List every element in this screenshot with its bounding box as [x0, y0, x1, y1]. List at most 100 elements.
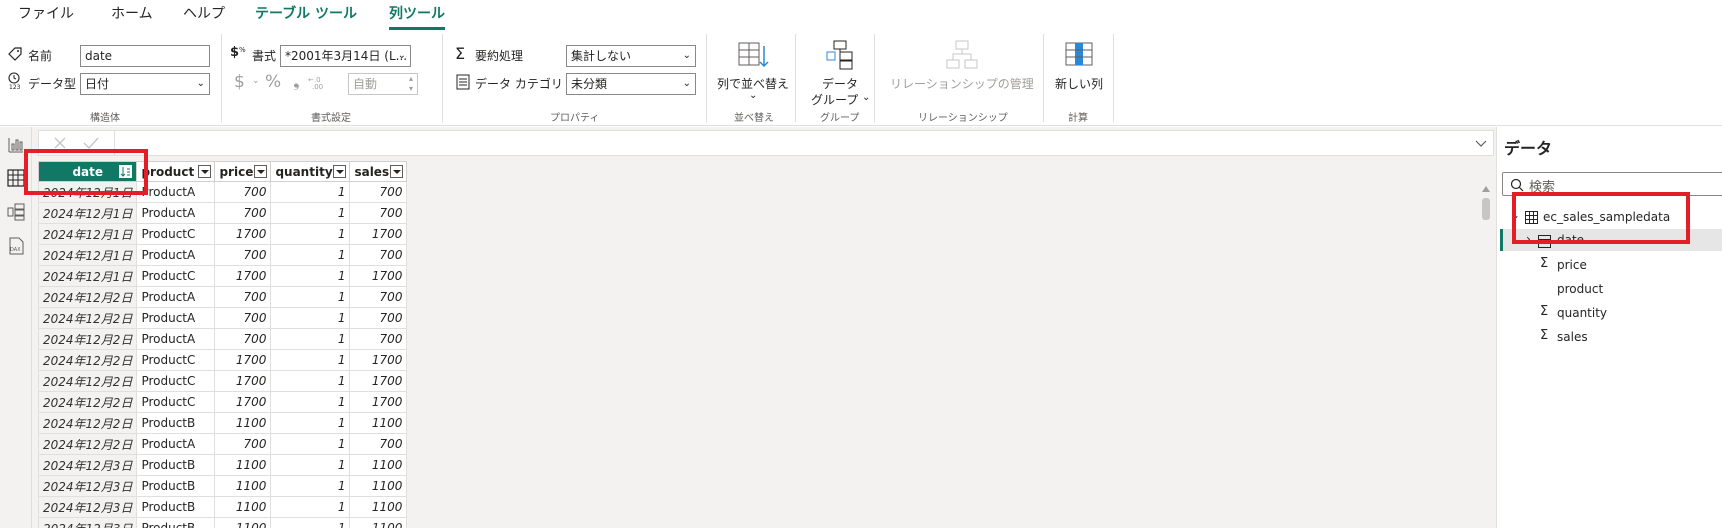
- cell-date[interactable]: 2024年12月2日: [37, 307, 138, 329]
- cell-price[interactable]: 1100: [214, 517, 272, 528]
- column-header-product[interactable]: product: [136, 161, 216, 182]
- tab-home[interactable]: ホーム: [111, 0, 153, 30]
- cell-sales[interactable]: 1700: [349, 370, 408, 392]
- cell-sales[interactable]: 700: [349, 202, 408, 224]
- cell-price[interactable]: 700: [214, 433, 272, 455]
- report-view-icon[interactable]: [7, 136, 25, 154]
- cell-sales[interactable]: 1100: [349, 517, 408, 528]
- new-column-icon[interactable]: [1065, 42, 1093, 66]
- chevron-down-icon[interactable]: [1475, 139, 1487, 149]
- cell-date[interactable]: 2024年12月2日: [37, 391, 138, 413]
- cell-sales[interactable]: 1700: [349, 265, 408, 287]
- sort-by-column-icon[interactable]: [738, 42, 770, 70]
- data-groups-button-line1[interactable]: データ: [822, 75, 858, 92]
- cell-price[interactable]: 1700: [214, 370, 272, 392]
- name-input[interactable]: date: [80, 45, 210, 67]
- currency-button[interactable]: $: [234, 72, 245, 92]
- cell-product[interactable]: ProductC: [136, 391, 216, 413]
- cell-quantity[interactable]: 1: [270, 412, 351, 434]
- tab-table-tools[interactable]: テーブル ツール: [255, 0, 357, 30]
- cell-sales[interactable]: 1700: [349, 223, 408, 245]
- cell-quantity[interactable]: 1: [270, 517, 351, 528]
- cell-sales[interactable]: 700: [349, 433, 408, 455]
- cell-price[interactable]: 1700: [214, 265, 272, 287]
- cell-quantity[interactable]: 1: [270, 349, 351, 371]
- commit-check-icon[interactable]: [83, 136, 99, 150]
- cell-quantity[interactable]: 1: [270, 391, 351, 413]
- field-product[interactable]: product: [1557, 282, 1603, 296]
- cell-date[interactable]: 2024年12月2日: [37, 412, 138, 434]
- cell-date[interactable]: 2024年12月2日: [37, 370, 138, 392]
- cell-product[interactable]: ProductC: [136, 349, 216, 371]
- comma-button[interactable]: ❟: [293, 72, 300, 92]
- decimal-icon[interactable]: ←.0.00: [308, 74, 328, 90]
- cell-sales[interactable]: 700: [349, 307, 408, 329]
- tab-column-tools[interactable]: 列ツール: [389, 0, 445, 30]
- cell-quantity[interactable]: 1: [270, 181, 351, 203]
- cell-product[interactable]: ProductC: [136, 265, 216, 287]
- table-view-icon[interactable]: [7, 169, 25, 187]
- format-dropdown[interactable]: *2001年3月14日 (L... ⌄: [280, 45, 411, 67]
- cell-product[interactable]: ProductB: [136, 517, 216, 528]
- cell-product[interactable]: ProductA: [136, 433, 216, 455]
- cell-sales[interactable]: 1700: [349, 349, 408, 371]
- tab-help[interactable]: ヘルプ: [183, 0, 225, 30]
- model-view-icon[interactable]: [7, 203, 25, 221]
- cell-quantity[interactable]: 1: [270, 202, 351, 224]
- cell-price[interactable]: 1100: [214, 475, 272, 497]
- cell-quantity[interactable]: 1: [270, 286, 351, 308]
- cell-date[interactable]: 2024年12月2日: [37, 286, 138, 308]
- filter-dropdown-icon[interactable]: [198, 165, 212, 178]
- cell-quantity[interactable]: 1: [270, 433, 351, 455]
- cell-sales[interactable]: 700: [349, 328, 408, 350]
- cell-date[interactable]: 2024年12月3日: [37, 517, 138, 528]
- cell-sales[interactable]: 1100: [349, 412, 408, 434]
- cell-price[interactable]: 700: [214, 202, 272, 224]
- data-category-dropdown[interactable]: 未分類 ⌄: [566, 73, 696, 95]
- cell-date[interactable]: 2024年12月2日: [37, 328, 138, 350]
- scroll-thumb[interactable]: [1482, 198, 1490, 220]
- cell-quantity[interactable]: 1: [270, 496, 351, 518]
- cell-product[interactable]: ProductB: [136, 454, 216, 476]
- cell-price[interactable]: 1100: [214, 496, 272, 518]
- cell-product[interactable]: ProductA: [136, 328, 216, 350]
- percent-button[interactable]: %: [265, 72, 281, 92]
- cell-quantity[interactable]: 1: [270, 328, 351, 350]
- cell-sales[interactable]: 1700: [349, 391, 408, 413]
- cell-sales[interactable]: 700: [349, 181, 408, 203]
- cell-date[interactable]: 2024年12月1日: [37, 244, 138, 266]
- field-sales[interactable]: sales: [1557, 330, 1588, 344]
- cell-sales[interactable]: 700: [349, 244, 408, 266]
- cell-product[interactable]: ProductA: [136, 244, 216, 266]
- cell-date[interactable]: 2024年12月3日: [37, 454, 138, 476]
- filter-dropdown-icon[interactable]: [390, 165, 404, 178]
- cell-date[interactable]: 2024年12月1日: [37, 265, 138, 287]
- cell-price[interactable]: 1700: [214, 223, 272, 245]
- cell-quantity[interactable]: 1: [270, 454, 351, 476]
- cell-price[interactable]: 1100: [214, 412, 272, 434]
- data-groups-icon[interactable]: [826, 40, 854, 70]
- cell-product[interactable]: ProductB: [136, 412, 216, 434]
- cell-quantity[interactable]: 1: [270, 244, 351, 266]
- cell-price[interactable]: 700: [214, 286, 272, 308]
- cell-product[interactable]: ProductC: [136, 370, 216, 392]
- data-groups-button-line2[interactable]: グループ: [811, 91, 858, 108]
- new-column-button[interactable]: 新しい列: [1055, 75, 1103, 92]
- dax-query-view-icon[interactable]: DAX: [7, 237, 25, 255]
- cell-price[interactable]: 700: [214, 181, 272, 203]
- cell-quantity[interactable]: 1: [270, 223, 351, 245]
- cell-product[interactable]: ProductA: [136, 181, 216, 203]
- cell-quantity[interactable]: 1: [270, 265, 351, 287]
- cell-quantity[interactable]: 1: [270, 475, 351, 497]
- cell-date[interactable]: 2024年12月2日: [37, 349, 138, 371]
- cell-quantity[interactable]: 1: [270, 370, 351, 392]
- cell-date[interactable]: 2024年12月1日: [37, 202, 138, 224]
- column-header-quantity[interactable]: quantity: [270, 161, 351, 182]
- cancel-icon[interactable]: [53, 136, 67, 150]
- filter-dropdown-icon[interactable]: [333, 165, 347, 178]
- column-header-sales[interactable]: sales: [349, 161, 408, 182]
- manage-relationships-icon[interactable]: [946, 40, 978, 70]
- vertical-scrollbar[interactable]: [1480, 182, 1492, 528]
- cell-date[interactable]: 2024年12月3日: [37, 496, 138, 518]
- summarize-dropdown[interactable]: 集計しない ⌄: [566, 45, 696, 67]
